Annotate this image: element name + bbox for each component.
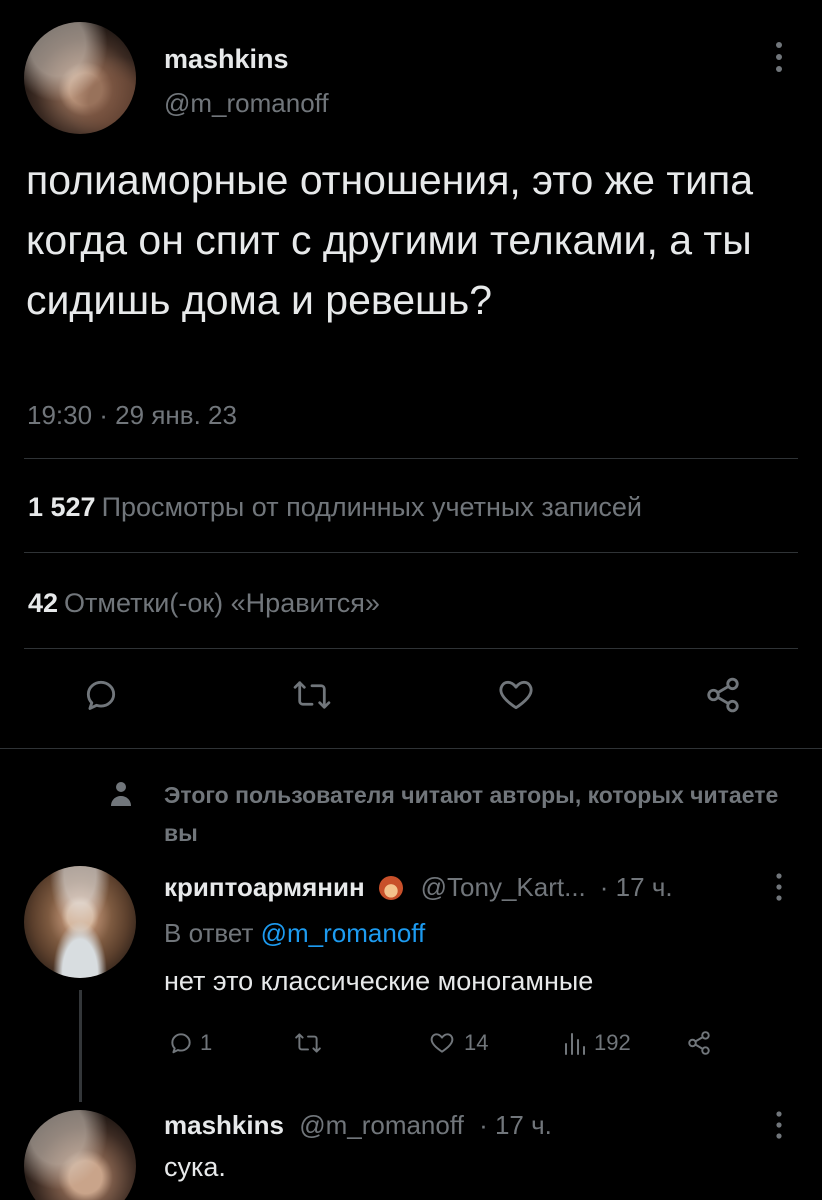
divider	[24, 552, 798, 553]
social-context-text: Этого пользователя читают авторы, которы…	[164, 782, 779, 846]
more-options-icon[interactable]	[774, 1110, 784, 1145]
person-icon	[110, 780, 132, 811]
divider	[24, 648, 798, 649]
reply-time[interactable]: · 17 ч.	[600, 872, 673, 903]
divider	[0, 748, 822, 749]
in-reply-to: В ответ @m_romanoff	[164, 918, 425, 949]
more-options-icon[interactable]	[774, 40, 784, 79]
reply-view-count: 192	[594, 1030, 631, 1055]
heart-icon	[430, 1033, 454, 1053]
reply2-meta: mashkins @m_romanoff · 17 ч.	[164, 1110, 552, 1141]
analytics-icon	[565, 1033, 585, 1055]
retweet-icon	[293, 681, 331, 709]
reply2-text: сука.	[164, 1152, 226, 1182]
views-stat[interactable]: 1 527 Просмотры от подлинных учетных запи…	[28, 492, 642, 523]
retweet-icon	[295, 1033, 321, 1053]
reply2-display-name[interactable]: mashkins	[164, 1110, 284, 1140]
reply2-handle[interactable]: @m_romanoff	[299, 1110, 464, 1140]
divider	[24, 458, 798, 459]
reply-views-button[interactable]: 192	[562, 1030, 631, 1056]
views-label: Просмотры от подлинных учетных записей	[101, 492, 643, 522]
reply-handle[interactable]: @Tony_Kart...	[421, 872, 586, 903]
reply-retweet-button[interactable]	[294, 1030, 322, 1056]
reply-text: нет это классические моногамные	[164, 966, 594, 996]
reply-icon	[86, 680, 116, 710]
reply-display-name[interactable]: криптоармянин	[164, 872, 365, 903]
reply-share-button[interactable]	[686, 1030, 712, 1056]
tweet-text: полиаморные отношения, это же типа когда…	[26, 157, 754, 323]
reply2-time[interactable]: · 17 ч.	[479, 1110, 552, 1140]
reply-meta: криптоармянин @Tony_Kart... · 17 ч.	[164, 872, 673, 903]
retweet-button[interactable]	[292, 676, 332, 714]
views-count: 1 527	[28, 492, 96, 522]
in-reply-prefix: В ответ	[164, 918, 254, 948]
reply-icon	[171, 1033, 191, 1054]
reply-like-count: 14	[464, 1030, 489, 1055]
tweet-timestamp[interactable]: 19:30 · 29 янв. 23	[27, 400, 237, 431]
reply2-avatar[interactable]	[24, 1110, 136, 1200]
reply-button[interactable]	[82, 676, 120, 714]
share-button[interactable]	[704, 676, 742, 714]
likes-count: 42	[28, 588, 59, 618]
reply-avatar[interactable]	[24, 866, 136, 978]
author-display-name[interactable]: mashkins	[164, 44, 289, 75]
author-avatar[interactable]	[24, 22, 136, 134]
likes-label: Отметки(-ок) «Нравится»	[64, 588, 380, 618]
author-handle[interactable]: @m_romanoff	[164, 88, 329, 119]
reply-like-button[interactable]: 14	[428, 1030, 488, 1056]
like-button[interactable]	[496, 676, 536, 714]
heart-icon	[499, 680, 533, 710]
thread-line	[79, 990, 82, 1102]
likes-stat[interactable]: 42 Отметки(-ок) «Нравится»	[28, 588, 380, 619]
emoji-icon	[378, 875, 403, 900]
more-options-icon[interactable]	[774, 872, 784, 907]
reply-reply-button[interactable]: 1	[168, 1030, 212, 1056]
share-icon	[707, 677, 739, 713]
reply-reply-count: 1	[200, 1030, 213, 1055]
share-icon	[688, 1031, 710, 1055]
in-reply-handle-link[interactable]: @m_romanoff	[261, 918, 426, 948]
